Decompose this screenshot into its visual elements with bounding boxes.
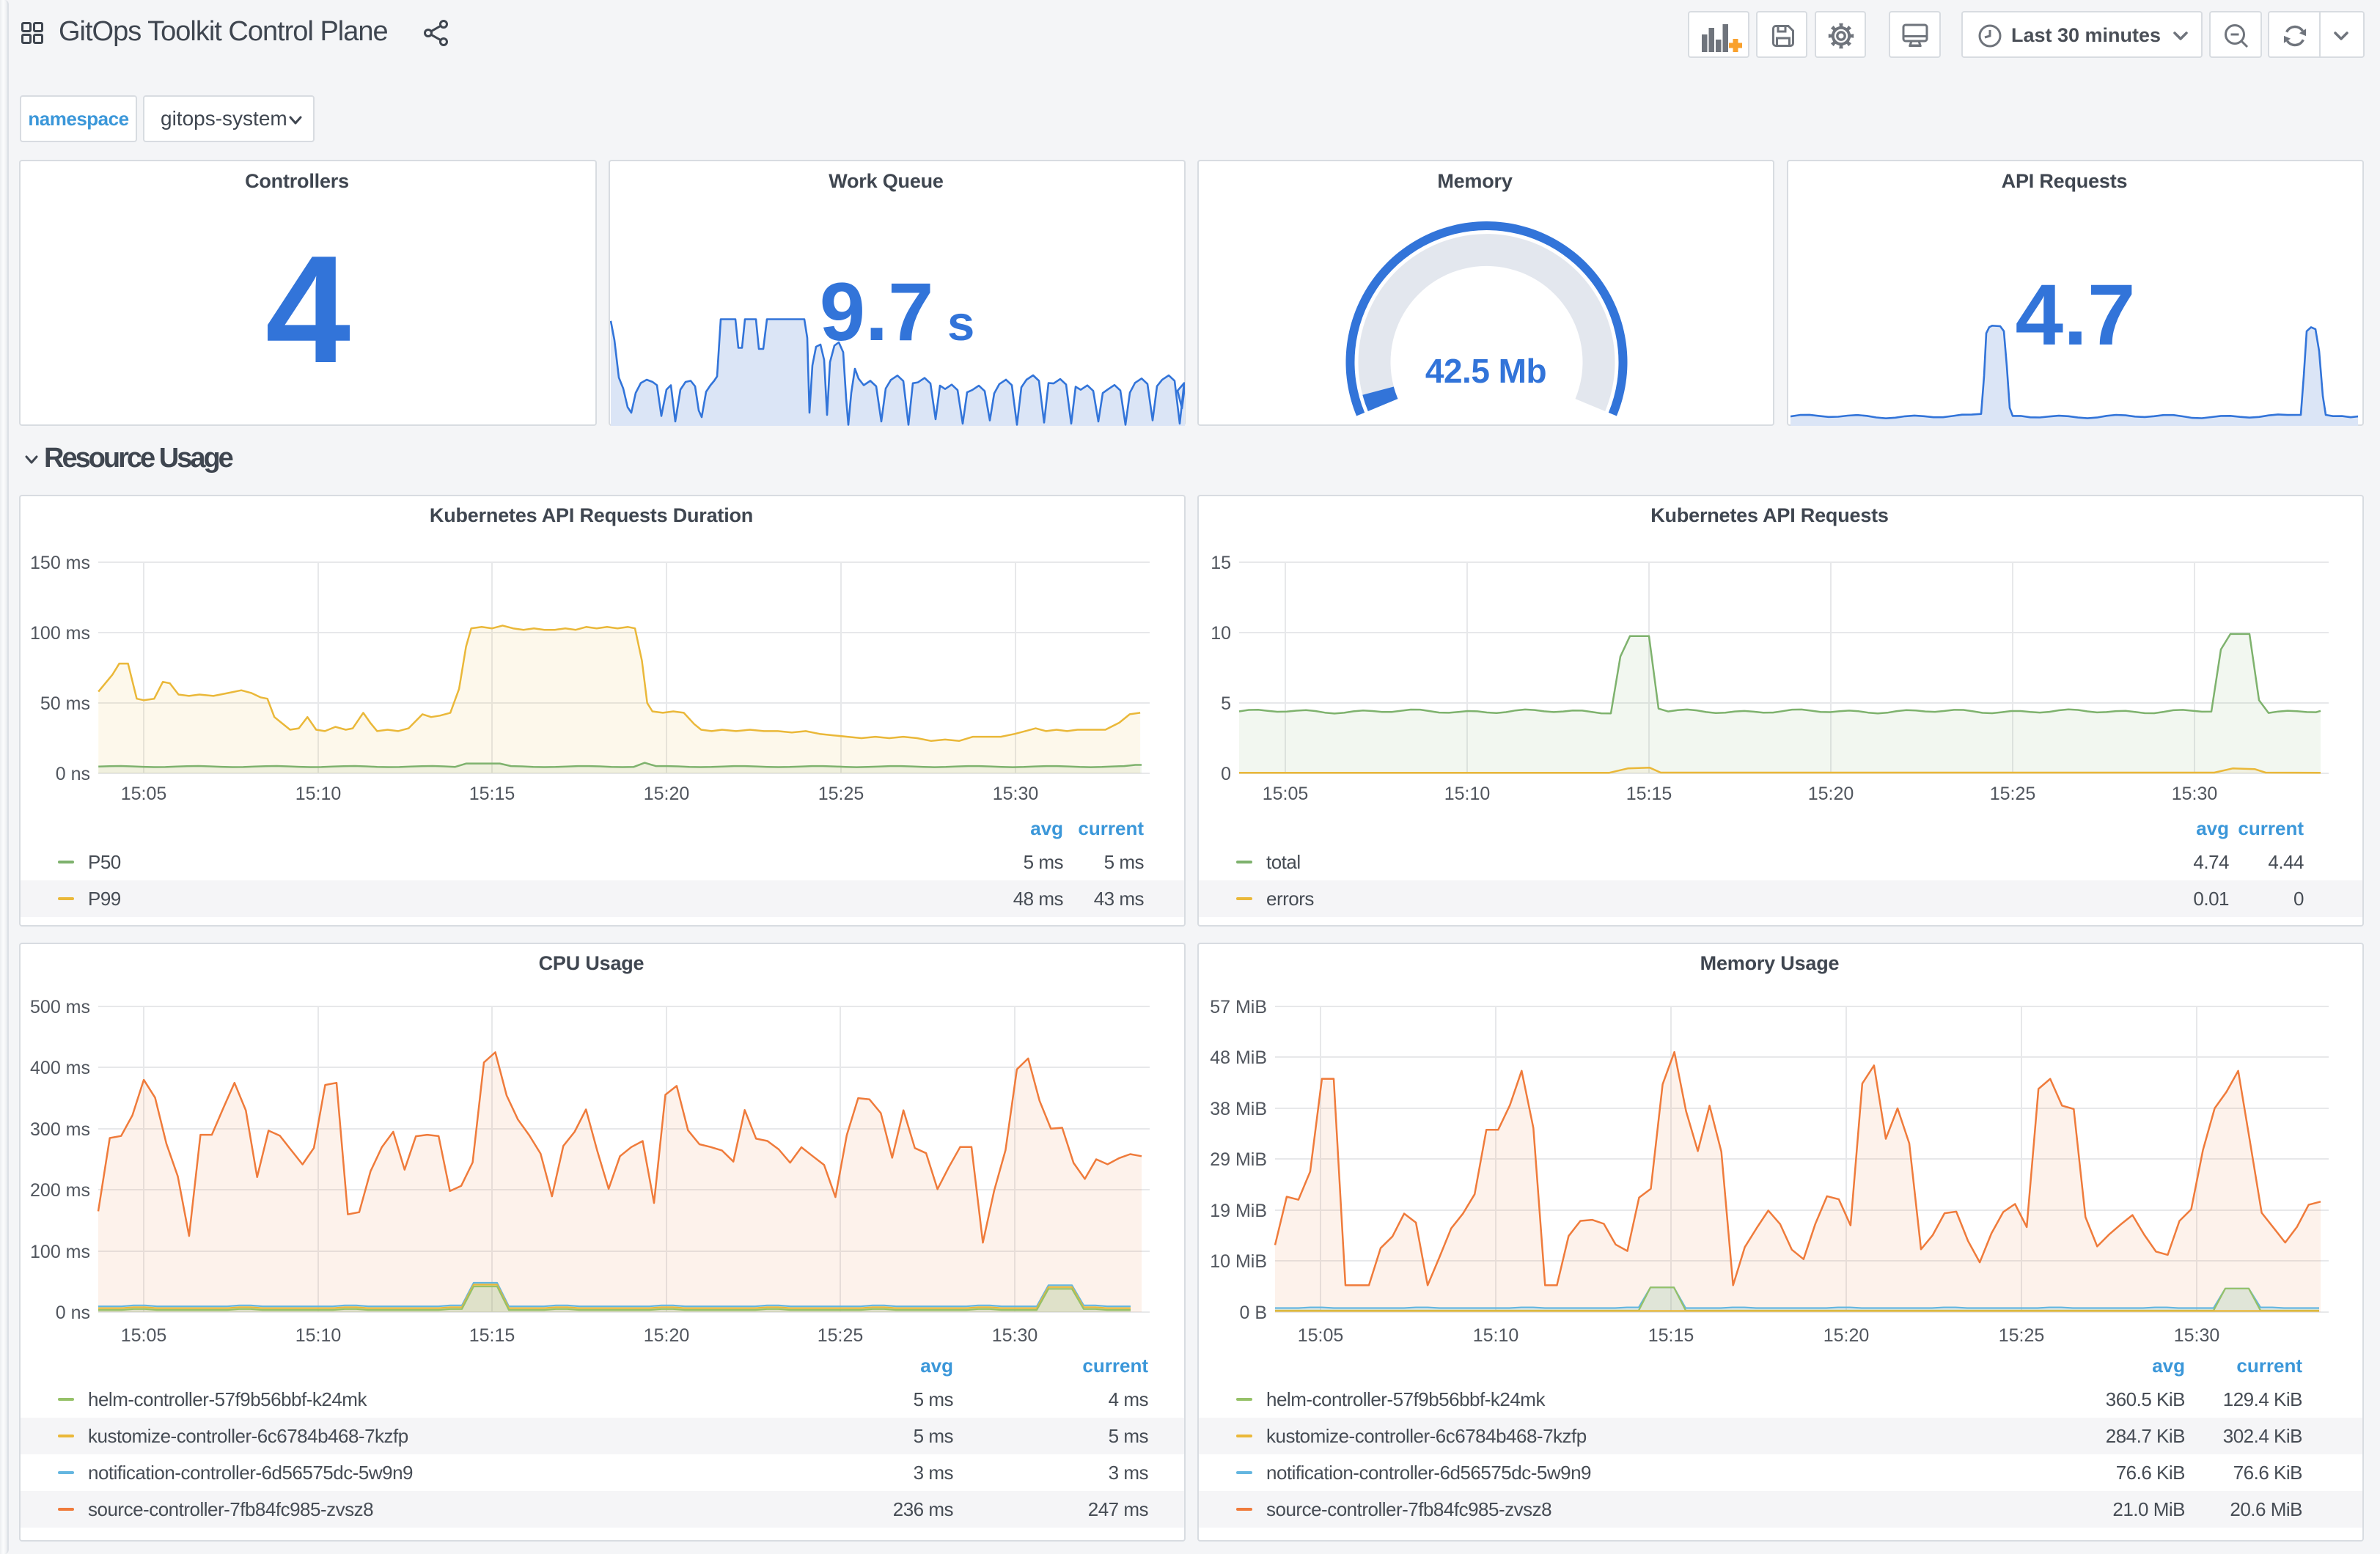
- svg-text:150 ms: 150 ms: [30, 553, 90, 573]
- svg-text:500 ms: 500 ms: [30, 997, 90, 1017]
- svg-text:15:30: 15:30: [992, 1325, 1038, 1346]
- svg-text:15:15: 15:15: [1626, 784, 1672, 804]
- svg-text:15:20: 15:20: [1823, 1325, 1870, 1346]
- svg-text:15:25: 15:25: [1999, 1325, 2045, 1346]
- svg-text:15:25: 15:25: [1990, 784, 2036, 804]
- svg-text:50 ms: 50 ms: [40, 693, 90, 714]
- svg-text:15:10: 15:10: [295, 1325, 342, 1346]
- svg-text:15:25: 15:25: [818, 1325, 864, 1346]
- svg-text:0 ns: 0 ns: [56, 764, 90, 784]
- svg-text:0 ns: 0 ns: [56, 1303, 90, 1323]
- svg-text:10 MiB: 10 MiB: [1210, 1251, 1267, 1272]
- svg-text:0 B: 0 B: [1239, 1303, 1267, 1323]
- svg-text:15:20: 15:20: [1808, 784, 1854, 804]
- svg-text:0: 0: [1221, 764, 1231, 784]
- svg-text:15:05: 15:05: [121, 1325, 167, 1346]
- svg-text:48 MiB: 48 MiB: [1210, 1047, 1267, 1068]
- svg-text:10: 10: [1211, 623, 1231, 644]
- svg-text:100 ms: 100 ms: [30, 1242, 90, 1262]
- svg-text:15:10: 15:10: [1444, 784, 1491, 804]
- svg-text:15:25: 15:25: [818, 784, 864, 804]
- svg-text:15:30: 15:30: [2172, 784, 2218, 804]
- svg-text:15:20: 15:20: [644, 1325, 690, 1346]
- svg-text:15:15: 15:15: [469, 784, 515, 804]
- svg-text:15: 15: [1211, 553, 1231, 573]
- svg-text:15:10: 15:10: [295, 784, 342, 804]
- svg-text:100 ms: 100 ms: [30, 623, 90, 644]
- svg-text:15:05: 15:05: [1263, 784, 1309, 804]
- svg-text:57 MiB: 57 MiB: [1210, 997, 1267, 1017]
- svg-text:300 ms: 300 ms: [30, 1119, 90, 1140]
- svg-text:400 ms: 400 ms: [30, 1058, 90, 1078]
- svg-text:15:05: 15:05: [121, 784, 167, 804]
- svg-text:5: 5: [1221, 693, 1231, 714]
- svg-text:15:05: 15:05: [1298, 1325, 1344, 1346]
- svg-text:15:20: 15:20: [644, 784, 690, 804]
- svg-text:15:30: 15:30: [993, 784, 1039, 804]
- svg-text:38 MiB: 38 MiB: [1210, 1099, 1267, 1119]
- svg-text:19 MiB: 19 MiB: [1210, 1201, 1267, 1221]
- svg-text:15:10: 15:10: [1473, 1325, 1519, 1346]
- svg-text:29 MiB: 29 MiB: [1210, 1149, 1267, 1170]
- svg-text:15:15: 15:15: [1648, 1325, 1694, 1346]
- svg-text:15:30: 15:30: [2174, 1325, 2220, 1346]
- svg-text:200 ms: 200 ms: [30, 1180, 90, 1201]
- svg-text:15:15: 15:15: [469, 1325, 515, 1346]
